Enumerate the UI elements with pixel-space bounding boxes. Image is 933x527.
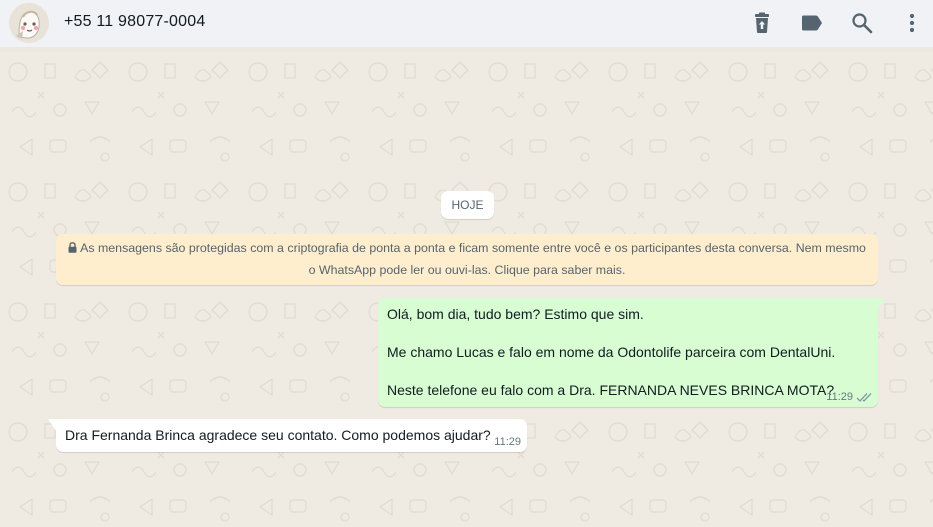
delete-icon[interactable] [750, 11, 774, 35]
message-text-line: Olá, bom dia, tudo bem? Estimo que sim. [387, 306, 644, 322]
incoming-bubble-tail [48, 419, 56, 431]
double-check-icon [856, 392, 872, 402]
message-meta: 11:29 [826, 391, 872, 403]
encryption-notice-line1: As mensagens são protegidas com a cripto… [64, 238, 870, 260]
chat-wallpaper [0, 52, 933, 527]
outgoing-message[interactable]: Olá, bom dia, tudo bem? Estimo que sim. … [378, 298, 878, 407]
message-text-line: Neste telefone eu falo com a Dra. FERNAN… [387, 382, 835, 398]
outgoing-bubble-tail [877, 298, 885, 310]
chat-header: +55 11 98077-0004 [0, 0, 933, 47]
encryption-notice-text1: As mensagens são protegidas com a cripto… [80, 241, 866, 255]
avatar[interactable] [9, 3, 49, 43]
encryption-notice[interactable]: As mensagens são protegidas com a cripto… [56, 234, 878, 285]
search-icon[interactable] [850, 11, 874, 35]
contact-name[interactable]: +55 11 98077-0004 [64, 13, 205, 31]
menu-icon[interactable] [900, 11, 924, 35]
chat-window: +55 11 98077-0004 HOJE As mensagens são … [0, 0, 933, 527]
label-icon[interactable] [800, 11, 824, 35]
message-time: 11:29 [494, 436, 521, 448]
message-text-line: Me chamo Lucas e falo em nome da Odontol… [387, 344, 836, 360]
lock-icon [68, 239, 77, 260]
message-time: 11:29 [826, 391, 853, 403]
encryption-notice-text2: o WhatsApp pode ler ou ouvi-las. Clique … [308, 263, 626, 277]
date-divider-chip: HOJE [441, 191, 494, 219]
avatar-image [9, 3, 49, 43]
incoming-message[interactable]: Dra Fernanda Brinca agradece seu contato… [56, 419, 527, 452]
message-text: Dra Fernanda Brinca agradece seu contato… [65, 427, 491, 443]
